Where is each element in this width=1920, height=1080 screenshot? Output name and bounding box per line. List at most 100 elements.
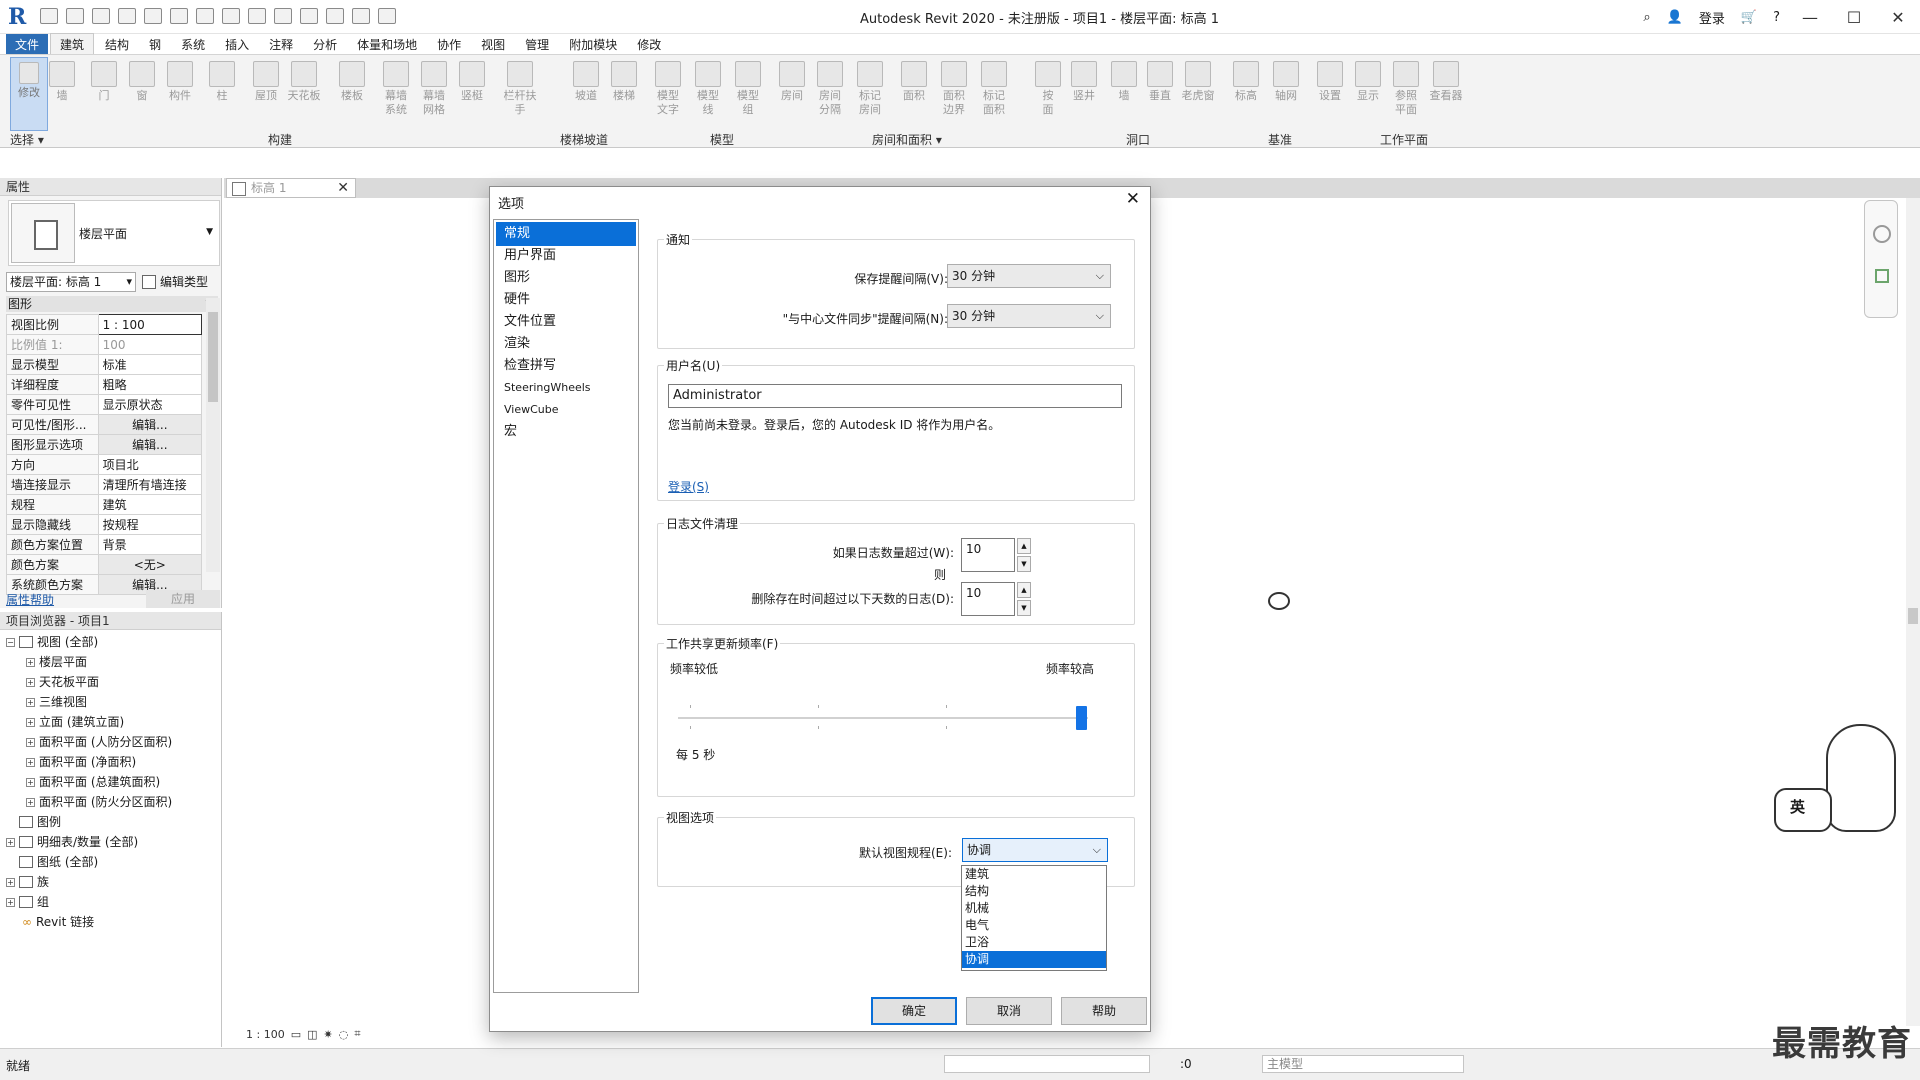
canvas-scroll-thumb[interactable] (1908, 608, 1918, 624)
save-icon[interactable] (66, 8, 84, 24)
slider-track[interactable] (678, 717, 1088, 719)
expand-icon[interactable]: + (26, 717, 35, 727)
ribbon-panel-0[interactable]: 选择 ▾ (10, 131, 44, 148)
ribbon-button-7[interactable]: 楼板 (332, 61, 372, 103)
cart-icon[interactable]: 🛒 (1741, 10, 1757, 25)
property-value[interactable]: 项目北 (97, 454, 203, 475)
ribbon-button-12[interactable]: 坡道 (566, 61, 606, 103)
ribbon-button-32[interactable]: 参照 平面 (1386, 61, 1426, 117)
browser-node[interactable]: + 面积平面 (总建筑面积) (6, 772, 172, 792)
login-button[interactable]: 登录 (1699, 8, 1725, 27)
ribbon-button-2[interactable]: 窗 (122, 61, 162, 103)
tag-icon[interactable] (222, 8, 240, 24)
properties-help-link[interactable]: 属性帮助 (6, 591, 54, 608)
maximize-button[interactable]: ☐ (1840, 6, 1868, 28)
tab-13[interactable]: 修改 (628, 34, 670, 55)
open-icon[interactable] (40, 8, 58, 24)
sync-reminder-select[interactable]: 30 分钟 ⌵ (947, 304, 1111, 328)
property-value[interactable]: 显示原状态 (97, 394, 203, 415)
undo-icon[interactable] (118, 8, 136, 24)
close-hidden-icon[interactable] (352, 8, 370, 24)
sync-icon[interactable] (92, 8, 110, 24)
help-button[interactable]: 帮助 (1061, 997, 1147, 1025)
tab-7[interactable]: 分析 (304, 34, 346, 55)
username-input[interactable]: Administrator (668, 384, 1122, 408)
property-value[interactable]: 标准 (97, 354, 203, 375)
binoculars-icon[interactable]: ⌕ (1643, 10, 1650, 25)
browser-node[interactable]: ∞ Revit 链接 (6, 912, 172, 932)
category-2[interactable]: 图形 (496, 266, 636, 290)
tab-8[interactable]: 体量和场地 (348, 34, 426, 55)
view-instance-selector[interactable]: 楼层平面: 标高 1 (6, 272, 136, 292)
tab-5[interactable]: 插入 (216, 34, 258, 55)
ribbon-button-28[interactable]: 标高 (1226, 61, 1266, 103)
detail-level-icon[interactable]: ▭ (291, 1028, 301, 1041)
browser-node[interactable]: 图纸 (全部) (6, 852, 172, 872)
spin-down-icon[interactable]: ▼ (1017, 600, 1031, 616)
browser-node[interactable]: + 族 (6, 872, 172, 892)
property-value[interactable]: 清理所有墙连接 (97, 474, 203, 495)
tab-2[interactable]: 结构 (96, 34, 138, 55)
tab-11[interactable]: 管理 (516, 34, 558, 55)
ribbon-button-27[interactable]: 老虎窗 (1178, 61, 1218, 103)
save-reminder-select[interactable]: 30 分钟 ⌵ (947, 264, 1111, 288)
spin-up-icon[interactable]: ▲ (1017, 582, 1031, 598)
property-value[interactable]: 背景 (97, 534, 203, 555)
spin-down-icon[interactable]: ▼ (1017, 556, 1031, 572)
sun-path-icon[interactable]: ✷ (324, 1028, 333, 1041)
browser-node[interactable]: − 视图 (全部) (6, 632, 172, 652)
discipline-option[interactable]: 协调 (962, 951, 1106, 968)
ribbon-button-23[interactable]: 按面 (1028, 61, 1068, 117)
ribbon-button-33[interactable]: 查看器 (1426, 61, 1466, 103)
tab-6[interactable]: 注释 (260, 34, 302, 55)
close-window-button[interactable]: ✕ (1884, 6, 1912, 28)
category-9[interactable]: 宏 (496, 420, 636, 444)
view-scale[interactable]: 1 : 100 (246, 1028, 285, 1041)
ribbon-button-24[interactable]: 竖井 (1064, 61, 1104, 103)
properties-scrollbar[interactable] (206, 298, 220, 572)
browser-node[interactable]: + 三维视图 (6, 692, 172, 712)
measure-icon[interactable] (196, 8, 214, 24)
category-6[interactable]: 检查拼写 (496, 354, 636, 378)
browser-node[interactable]: + 明细表/数量 (全部) (6, 832, 172, 852)
ribbon-panel-1[interactable]: 构建 (268, 131, 292, 148)
expand-icon[interactable]: + (6, 897, 15, 907)
ribbon-button-6[interactable]: 天花板 (284, 61, 324, 103)
ribbon-button-30[interactable]: 设置 (1310, 61, 1350, 103)
property-value[interactable]: 1 : 100 (97, 314, 203, 335)
expand-icon[interactable]: − (6, 637, 15, 647)
workset-selector[interactable] (944, 1055, 1150, 1073)
expand-icon[interactable]: + (26, 677, 35, 687)
ribbon-button-20[interactable]: 面积 (894, 61, 934, 103)
type-selector[interactable]: 楼层平面 ▼ (8, 200, 220, 266)
design-option-selector[interactable]: 主模型 (1262, 1055, 1464, 1073)
property-value[interactable]: 编辑... (97, 414, 203, 435)
ribbon-panel-7[interactable]: 工作平面 (1380, 131, 1428, 148)
tab-1[interactable]: 建筑 (50, 33, 95, 55)
ribbon-button-10[interactable]: 竖梃 (452, 61, 492, 103)
category-5[interactable]: 渲染 (496, 332, 636, 356)
browser-node[interactable]: 图例 (6, 812, 172, 832)
ime-mascot[interactable]: 英 (1774, 720, 1904, 840)
ribbon-button-18[interactable]: 房间 分隔 (810, 61, 850, 117)
canvas-scrollbar[interactable] (1906, 198, 1920, 1026)
print-icon[interactable] (170, 8, 188, 24)
switch-windows-icon[interactable] (378, 8, 396, 24)
revit-logo[interactable]: R (8, 4, 26, 30)
frequency-slider[interactable] (658, 644, 1136, 744)
graphics-group-header[interactable]: 图形 ⌃ (6, 296, 218, 312)
ribbon-button-31[interactable]: 显示 (1348, 61, 1388, 103)
spin-up-icon[interactable]: ▲ (1017, 538, 1031, 554)
property-value[interactable]: 建筑 (97, 494, 203, 515)
journal-count-input[interactable]: 10 (961, 538, 1015, 572)
property-value[interactable]: 100 (97, 334, 203, 355)
ribbon-button-0[interactable]: 墙 (42, 61, 82, 103)
expand-icon[interactable]: + (26, 797, 35, 807)
journal-days-spinner[interactable]: 10 ▲ ▼ (961, 582, 1031, 616)
discipline-option[interactable]: 结构 (962, 883, 1106, 900)
journal-days-input[interactable]: 10 (961, 582, 1015, 616)
ribbon-button-4[interactable]: 柱 (202, 61, 242, 103)
expand-icon[interactable]: + (6, 877, 15, 887)
browser-node[interactable]: + 面积平面 (净面积) (6, 752, 172, 772)
browser-node[interactable]: + 立面 (建筑立面) (6, 712, 172, 732)
